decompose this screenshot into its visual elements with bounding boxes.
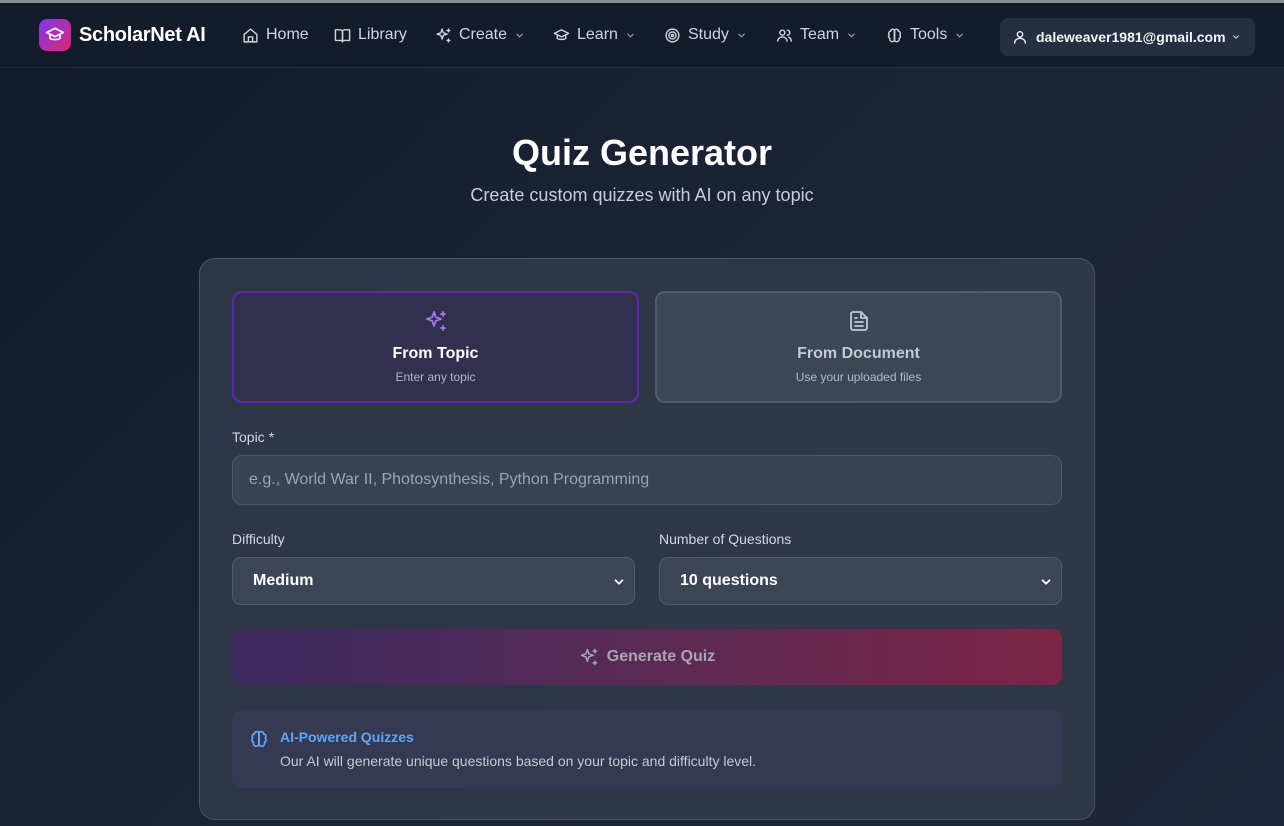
chevron-down-icon <box>627 33 634 37</box>
sparkles-icon <box>580 648 597 666</box>
nav-learn[interactable]: Learn <box>553 23 636 47</box>
generate-quiz-label: Generate Quiz <box>606 648 716 665</box>
nav-team-label: Team <box>800 26 840 43</box>
chevron-down-icon <box>614 579 624 585</box>
topic-label: Topic * <box>232 429 275 445</box>
mode-from-topic-title: From Topic <box>392 345 479 362</box>
nav-home-label: Home <box>266 26 309 43</box>
info-text: Our AI will generate unique questions ba… <box>280 753 757 769</box>
chevron-down-icon <box>956 33 964 37</box>
graduation-cap-icon <box>553 28 570 40</box>
info-box: AI-Powered Quizzes Our AI will generate … <box>232 710 1062 788</box>
nav-create-label: Create <box>459 26 508 43</box>
nav-tools[interactable]: Tools <box>886 23 965 47</box>
page-subtitle: Create custom quizzes with AI on any top… <box>470 185 814 205</box>
nav-create[interactable]: Create <box>435 23 525 47</box>
nav-learn-label: Learn <box>577 26 618 43</box>
difficulty-label: Difficulty <box>232 531 285 547</box>
graduation-cap-logo-icon <box>39 19 71 51</box>
questions-count-value: 10 questions <box>680 572 778 589</box>
user-email: daleweaver1981@gmail.com <box>1036 29 1226 45</box>
brain-icon <box>251 730 267 748</box>
chevron-down-icon <box>848 33 855 37</box>
difficulty-value: Medium <box>253 572 314 589</box>
user-menu-button[interactable]: daleweaver1981@gmail.com <box>1000 18 1255 56</box>
questions-count-select[interactable]: 10 questions <box>659 557 1062 605</box>
difficulty-select[interactable]: Medium <box>232 557 635 605</box>
nav-library[interactable]: Library <box>334 23 407 47</box>
page-title: Quiz Generator <box>511 132 773 173</box>
brand[interactable]: ScholarNet AI <box>39 19 206 51</box>
chevron-down-icon <box>516 33 523 37</box>
top-navbar: ScholarNet AI Home Library Create Learn … <box>0 3 1284 68</box>
nav-study[interactable]: Study <box>664 23 747 47</box>
sparkles-icon <box>426 311 446 331</box>
chevron-down-icon <box>738 33 745 37</box>
nav-library-label: Library <box>358 26 407 43</box>
generate-quiz-button[interactable]: Generate Quiz <box>232 629 1062 685</box>
nav-home[interactable]: Home <box>242 23 309 47</box>
file-text-icon <box>850 311 868 331</box>
sparkles-icon <box>436 27 451 43</box>
mode-from-document-subtitle: Use your uploaded files <box>795 370 922 384</box>
nav-tools-label: Tools <box>910 26 948 43</box>
chevron-down-icon <box>1232 35 1240 39</box>
target-icon <box>665 27 680 43</box>
chevron-down-icon <box>1041 579 1051 585</box>
mode-from-topic-button[interactable]: From Topic Enter any topic <box>232 291 639 403</box>
mode-from-document-button[interactable]: From Document Use your uploaded files <box>655 291 1062 403</box>
book-icon <box>334 28 351 43</box>
topic-input[interactable] <box>232 455 1062 505</box>
brain-icon <box>887 28 902 42</box>
info-title: AI-Powered Quizzes <box>280 729 414 745</box>
questions-count-label: Number of Questions <box>659 531 792 547</box>
home-icon <box>243 27 258 43</box>
brand-name: ScholarNet AI <box>79 23 206 46</box>
user-icon <box>1014 31 1026 44</box>
nav-study-label: Study <box>688 26 729 43</box>
quiz-generator-card: From Topic Enter any topic From Document… <box>199 258 1095 820</box>
mode-from-topic-subtitle: Enter any topic <box>395 370 476 384</box>
nav-team[interactable]: Team <box>776 23 857 47</box>
users-icon <box>777 28 792 42</box>
mode-from-document-title: From Document <box>797 345 920 362</box>
